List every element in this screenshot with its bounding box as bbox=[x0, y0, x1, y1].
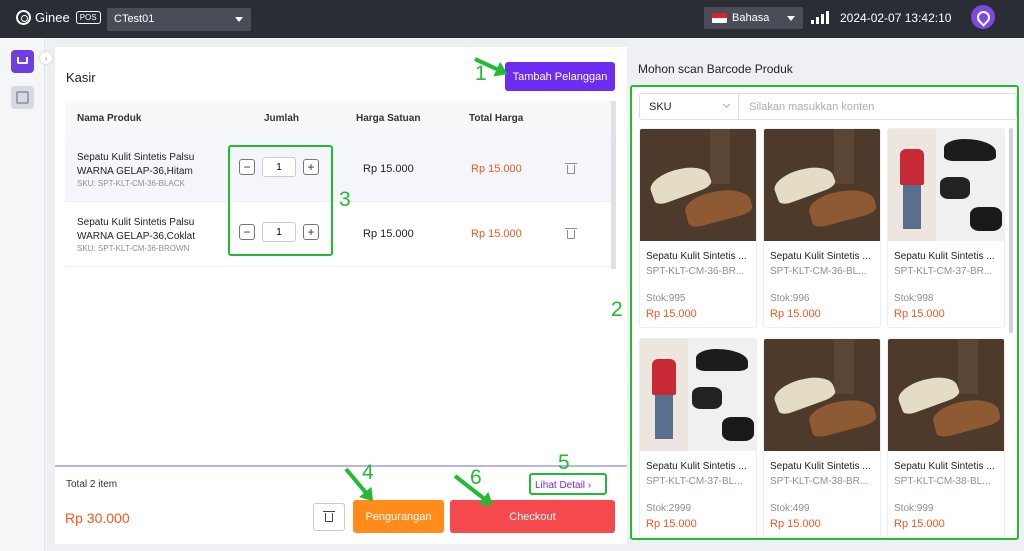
product-card-sku: SPT-KLT-CM-38-BL... bbox=[894, 476, 991, 487]
annotation-box-3 bbox=[228, 145, 333, 256]
scrollbar[interactable] bbox=[1009, 128, 1013, 333]
product-sku: SKU: SPT-KLT-CM-36-BLACK bbox=[77, 179, 185, 188]
product-card-sku: SPT-KLT-CM-37-BR... bbox=[894, 266, 993, 277]
product-card-price: Rp 15.000 bbox=[894, 518, 945, 530]
annotation-box-5 bbox=[529, 473, 607, 495]
product-card[interactable]: Sepatu Kulit Sintetis ... SPT-KLT-CM-38-B… bbox=[763, 338, 881, 538]
indonesia-flag-icon bbox=[712, 13, 727, 23]
product-image bbox=[640, 129, 756, 241]
page-title: Kasir bbox=[66, 70, 96, 85]
annotation-number-2: 2 bbox=[611, 298, 623, 321]
trash-icon bbox=[323, 511, 335, 522]
pos-badge: POS bbox=[75, 11, 101, 24]
product-card-price: Rp 15.000 bbox=[770, 308, 821, 320]
product-card[interactable]: Sepatu Kulit Sintetis ... SPT-KLT-CM-37-B… bbox=[639, 338, 757, 538]
cashier-panel: Kasir Tambah Pelanggan Nama Produk Jumla… bbox=[55, 47, 627, 544]
product-card-name: Sepatu Kulit Sintetis ... bbox=[646, 251, 747, 262]
product-card-name: Sepatu Kulit Sintetis ... bbox=[894, 461, 995, 472]
cart-icon bbox=[17, 57, 28, 64]
total-items: Total 2 item bbox=[66, 479, 118, 490]
col-total-price: Total Harga bbox=[469, 113, 524, 124]
product-image bbox=[888, 129, 1004, 241]
product-scan-panel: SKU Sepatu Kulit Sintetis ... SPT-KLT-CM-… bbox=[630, 85, 1019, 540]
product-card-name: Sepatu Kulit Sintetis ... bbox=[770, 461, 871, 472]
search-type-select[interactable]: SKU bbox=[640, 94, 739, 119]
product-card-stock: Stok:999 bbox=[894, 503, 934, 514]
total-price: Rp 15.000 bbox=[471, 228, 522, 240]
table-row: Sepatu Kulit Sintetis Palsu WARNA GELAP-… bbox=[65, 202, 611, 267]
table-row: Sepatu Kulit Sintetis Palsu WARNA GELAP-… bbox=[65, 137, 611, 202]
caret-down-icon bbox=[787, 16, 795, 21]
product-card-sku: SPT-KLT-CM-37-BL... bbox=[646, 476, 743, 487]
product-card-price: Rp 15.000 bbox=[646, 308, 697, 320]
col-unit-price: Harga Satuan bbox=[356, 113, 421, 124]
store-select[interactable]: CTest01 bbox=[107, 8, 251, 31]
ginee-logo-icon bbox=[16, 10, 31, 25]
cart-table: Nama Produk Jumlah Harga Satuan Total Ha… bbox=[65, 101, 616, 269]
product-grid: Sepatu Kulit Sintetis ... SPT-KLT-CM-36-B… bbox=[639, 128, 1009, 538]
rail-collapse-toggle[interactable]: › bbox=[40, 52, 52, 64]
add-customer-button[interactable]: Tambah Pelanggan bbox=[505, 62, 615, 91]
checkout-button[interactable]: Checkout bbox=[450, 500, 615, 533]
caret-down-icon bbox=[235, 17, 243, 22]
footer-divider bbox=[55, 465, 627, 467]
product-card[interactable]: Sepatu Kulit Sintetis ... SPT-KLT-CM-38-B… bbox=[887, 338, 1005, 538]
product-sku: SKU: SPT-KLT-CM-36-BROWN bbox=[77, 244, 190, 253]
product-image bbox=[764, 129, 880, 241]
scan-title: Mohon scan Barcode Produk bbox=[638, 62, 793, 76]
rail-orders-button[interactable] bbox=[11, 86, 34, 109]
product-image bbox=[888, 339, 1004, 451]
search-bar: SKU bbox=[639, 93, 1017, 120]
datetime: 2024-02-07 13:42:10 bbox=[840, 11, 952, 25]
product-card[interactable]: Sepatu Kulit Sintetis ... SPT-KLT-CM-37-B… bbox=[887, 128, 1005, 328]
table-header: Nama Produk Jumlah Harga Satuan Total Ha… bbox=[65, 101, 611, 137]
language-label: Bahasa bbox=[732, 12, 770, 24]
annotation-number-4: 4 bbox=[362, 461, 374, 484]
top-bar: Ginee POS CTest01 Bahasa 2024-02-07 13:4… bbox=[0, 0, 1024, 38]
search-input[interactable] bbox=[740, 94, 1016, 119]
product-card-stock: Stok:995 bbox=[646, 293, 686, 304]
product-name: Sepatu Kulit Sintetis Palsu WARNA GELAP-… bbox=[77, 152, 195, 177]
product-card-sku: SPT-KLT-CM-36-BR... bbox=[646, 266, 745, 277]
product-image bbox=[764, 339, 880, 451]
trash-icon[interactable] bbox=[565, 163, 577, 174]
product-card-stock: Stok:2999 bbox=[646, 503, 692, 514]
product-card-stock: Stok:996 bbox=[770, 293, 810, 304]
total-price: Rp 15.000 bbox=[471, 163, 522, 175]
product-card[interactable]: Sepatu Kulit Sintetis ... SPT-KLT-CM-36-B… bbox=[639, 128, 757, 328]
search-type-label: SKU bbox=[649, 101, 672, 113]
product-card-stock: Stok:499 bbox=[770, 503, 810, 514]
annotation-number-5: 5 bbox=[558, 451, 570, 474]
total-amount: Rp 30.000 bbox=[65, 510, 130, 526]
product-card-name: Sepatu Kulit Sintetis ... bbox=[646, 461, 747, 472]
trash-icon[interactable] bbox=[565, 228, 577, 239]
unit-price: Rp 15.000 bbox=[363, 228, 414, 240]
product-card-sku: SPT-KLT-CM-38-BR... bbox=[770, 476, 869, 487]
rail-cashier-button[interactable] bbox=[11, 50, 34, 73]
chevron-down-icon bbox=[722, 100, 731, 109]
col-quantity: Jumlah bbox=[264, 113, 300, 124]
product-card-name: Sepatu Kulit Sintetis ... bbox=[894, 251, 995, 262]
signal-icon bbox=[811, 11, 831, 24]
language-select[interactable]: Bahasa bbox=[704, 7, 803, 29]
ginee-logo: Ginee POS bbox=[16, 10, 101, 25]
product-card-price: Rp 15.000 bbox=[894, 308, 945, 320]
clear-cart-button[interactable] bbox=[313, 503, 345, 531]
logo-text: Ginee bbox=[35, 10, 70, 25]
product-name: Sepatu Kulit Sintetis Palsu WARNA GELAP-… bbox=[77, 217, 196, 242]
clipboard-icon bbox=[16, 91, 29, 104]
annotation-number-3: 3 bbox=[339, 188, 351, 211]
user-avatar[interactable] bbox=[971, 5, 995, 29]
side-rail: › bbox=[0, 38, 52, 551]
unit-price: Rp 15.000 bbox=[363, 163, 414, 175]
col-product-name: Nama Produk bbox=[77, 113, 142, 124]
product-card-sku: SPT-KLT-CM-36-BL... bbox=[770, 266, 867, 277]
product-card-price: Rp 15.000 bbox=[770, 518, 821, 530]
product-card-name: Sepatu Kulit Sintetis ... bbox=[770, 251, 871, 262]
product-card-stock: Stok:998 bbox=[894, 293, 934, 304]
product-image bbox=[640, 339, 756, 451]
product-card[interactable]: Sepatu Kulit Sintetis ... SPT-KLT-CM-36-B… bbox=[763, 128, 881, 328]
product-card-price: Rp 15.000 bbox=[646, 518, 697, 530]
store-name: CTest01 bbox=[114, 13, 155, 25]
